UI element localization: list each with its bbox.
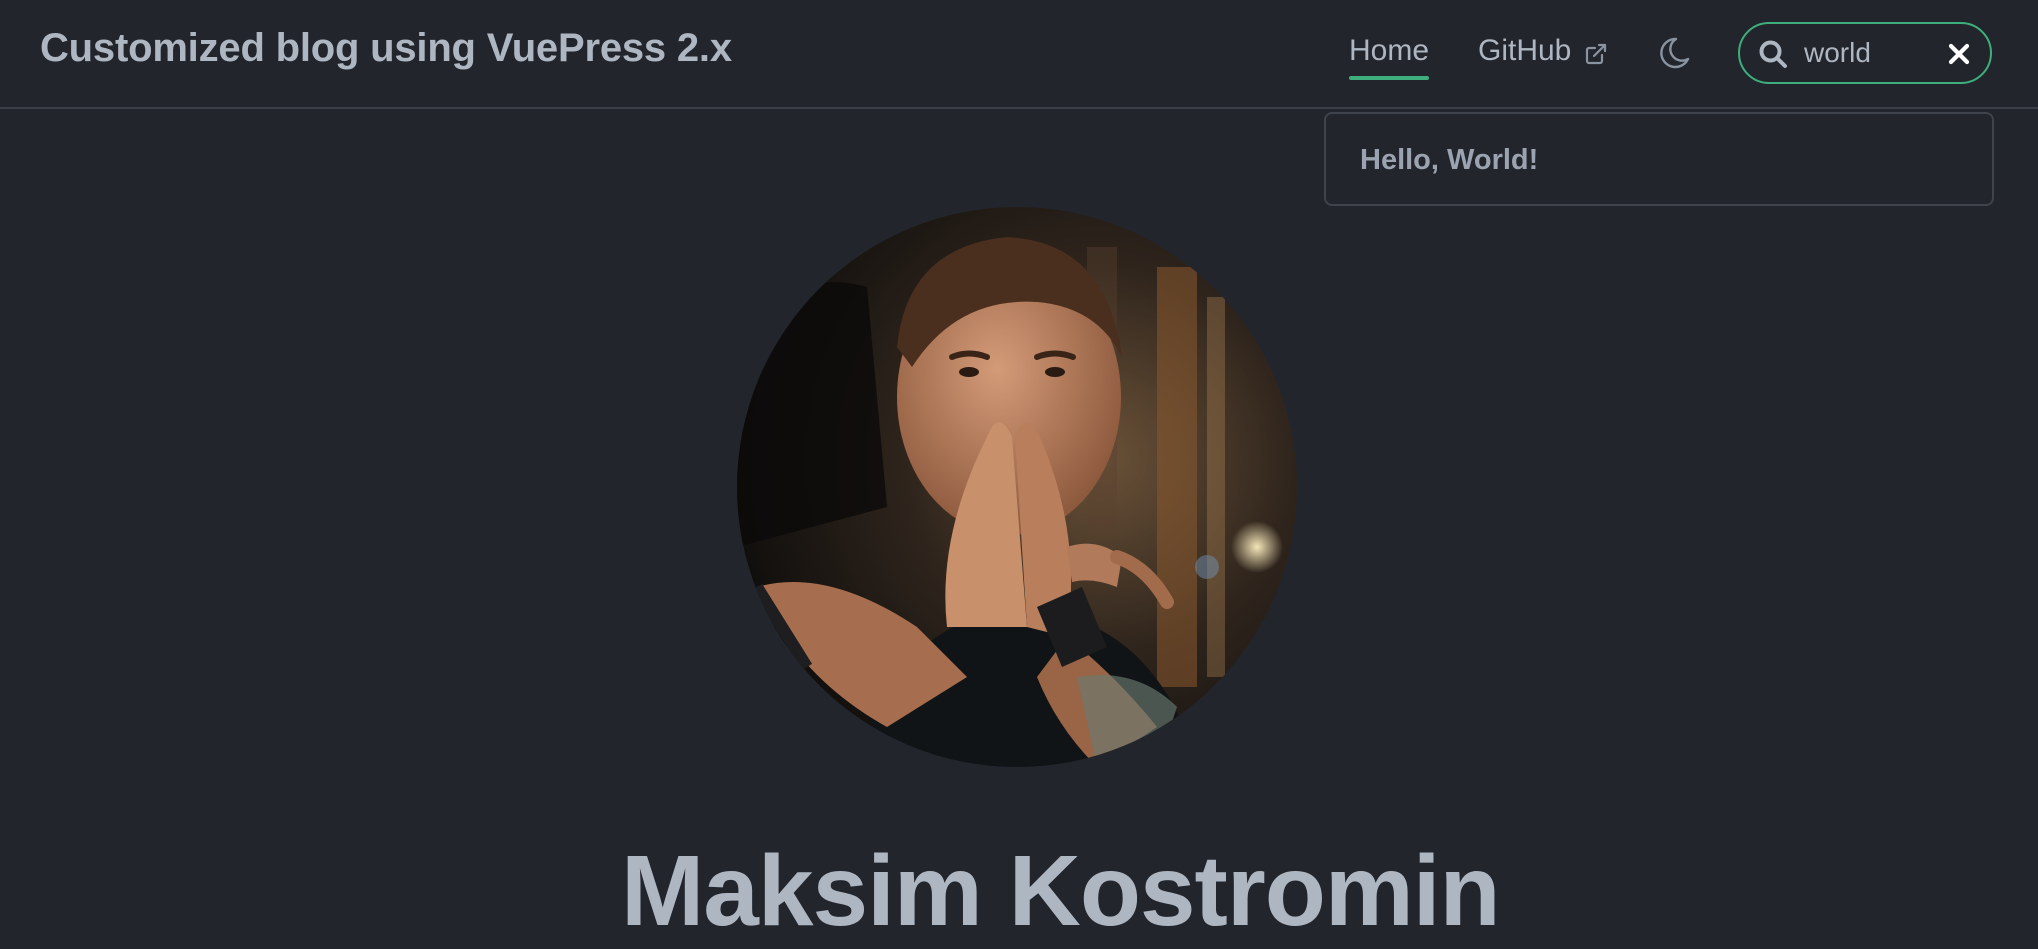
- moon-icon[interactable]: [1656, 35, 1692, 71]
- search-suggestions: Hello, World!: [1324, 112, 1994, 206]
- author-photo: [737, 207, 1297, 767]
- author-name: Maksim Kostromin: [621, 835, 1501, 947]
- suggestion-item[interactable]: Hello, World!: [1360, 144, 1538, 177]
- nav-link-github[interactable]: GitHub: [1478, 34, 1571, 68]
- search-input[interactable]: [1804, 34, 1924, 72]
- active-link-indicator: [1349, 76, 1429, 80]
- navbar: Customized blog using VuePress 2.x Home …: [0, 0, 2038, 109]
- search-box[interactable]: [1738, 22, 1992, 84]
- site-title[interactable]: Customized blog using VuePress 2.x: [40, 26, 732, 71]
- close-icon[interactable]: [1948, 43, 1970, 65]
- external-link-icon: [1585, 43, 1607, 65]
- nav-link-home[interactable]: Home: [1349, 34, 1429, 68]
- author-photo-illustration: [737, 207, 1297, 767]
- search-icon: [1759, 40, 1787, 68]
